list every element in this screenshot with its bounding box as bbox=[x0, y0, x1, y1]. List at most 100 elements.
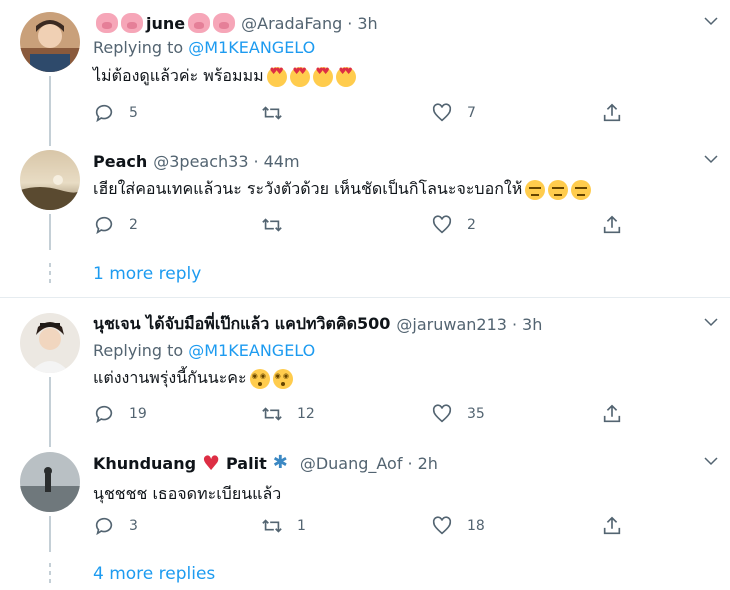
action-bar: 2 2 bbox=[93, 213, 633, 237]
tweet-june[interactable]: june @AradaFang · 3h Replying to @M1KEAN… bbox=[0, 12, 730, 146]
action-bar: 19 12 35 bbox=[93, 402, 633, 426]
pig-emoji-icon bbox=[121, 13, 143, 33]
display-name[interactable]: นุชเจน ได้จับมือพี่เป๊กแล้ว แคปทวิตคิด50… bbox=[93, 312, 390, 337]
mention-link[interactable]: @M1KEANGELO bbox=[188, 341, 315, 360]
reply-button[interactable]: 2 bbox=[93, 213, 138, 237]
thread-line bbox=[49, 377, 51, 447]
retweet-button[interactable] bbox=[261, 213, 297, 237]
expressionless-emoji-icon bbox=[571, 179, 592, 200]
chevron-down-icon[interactable] bbox=[702, 452, 722, 470]
replying-to: Replying to @M1KEANGELO bbox=[93, 38, 316, 57]
timestamp[interactable]: 44m bbox=[264, 152, 300, 171]
reply-icon bbox=[95, 405, 113, 424]
reply-count: 5 bbox=[129, 105, 138, 121]
pig-emoji-icon bbox=[96, 13, 118, 33]
red-heart-emoji-icon: ♥ bbox=[202, 451, 220, 475]
tweet-nuchjen[interactable]: นุชเจน ได้จับมือพี่เป๊กแล้ว แคปทวิตคิด50… bbox=[0, 313, 730, 447]
separator-dot: · bbox=[511, 314, 518, 334]
handle[interactable]: @Duang_Aof bbox=[300, 454, 403, 473]
timestamp[interactable]: 2h bbox=[418, 454, 438, 473]
reply-icon bbox=[95, 104, 113, 123]
chevron-down-icon[interactable] bbox=[702, 313, 722, 331]
like-count: 35 bbox=[467, 406, 485, 422]
timestamp[interactable]: 3h bbox=[522, 315, 542, 334]
heart-eyes-emoji-icon bbox=[312, 66, 333, 87]
share-icon bbox=[603, 103, 621, 122]
share-button[interactable] bbox=[601, 101, 623, 125]
tweet-header: june @AradaFang · 3h bbox=[93, 12, 378, 34]
heart-icon bbox=[432, 215, 452, 234]
chevron-down-icon[interactable] bbox=[702, 12, 722, 30]
retweet-button[interactable]: 12 bbox=[261, 402, 315, 426]
timestamp[interactable]: 3h bbox=[357, 14, 377, 33]
reply-button[interactable]: 19 bbox=[93, 402, 147, 426]
show-more-replies-link[interactable]: 1 more reply bbox=[93, 264, 201, 284]
like-count: 18 bbox=[467, 518, 485, 534]
thread-line bbox=[49, 516, 51, 552]
avatar[interactable] bbox=[20, 150, 80, 210]
thread-line bbox=[49, 76, 51, 146]
tweet-text: แต่งงานพรุ่งนี้กันนะคะ bbox=[93, 366, 293, 391]
reply-count: 3 bbox=[129, 518, 138, 534]
replying-to: Replying to @M1KEANGELO bbox=[93, 341, 316, 360]
display-name[interactable]: Peach bbox=[93, 152, 147, 171]
chevron-down-icon[interactable] bbox=[702, 150, 722, 168]
display-name[interactable]: Khunduang ♥ Palit ✱ bbox=[93, 451, 294, 475]
thread-line bbox=[49, 214, 51, 250]
display-name[interactable]: june bbox=[93, 13, 236, 33]
tweet-peach[interactable]: Peach @3peach33 · 44m เฮียใส่คอนเทคแล้วน… bbox=[0, 150, 730, 250]
heart-eyes-emoji-icon bbox=[335, 66, 356, 87]
separator-dot: · bbox=[253, 151, 259, 171]
share-icon bbox=[603, 404, 621, 423]
reply-button[interactable]: 5 bbox=[93, 101, 138, 125]
divider bbox=[0, 297, 730, 298]
like-button[interactable]: 2 bbox=[431, 213, 476, 237]
retweet-icon bbox=[262, 106, 282, 120]
avatar[interactable] bbox=[20, 12, 80, 72]
retweet-icon bbox=[262, 407, 282, 421]
pig-emoji-icon bbox=[213, 13, 236, 33]
show-more-replies-link[interactable]: 4 more replies bbox=[93, 564, 215, 584]
pig-emoji-icon bbox=[188, 13, 211, 33]
retweet-count: 1 bbox=[297, 518, 306, 534]
retweet-button[interactable] bbox=[261, 101, 297, 125]
butterfly-emoji-icon: ✱ bbox=[272, 452, 288, 473]
reply-icon bbox=[95, 517, 113, 536]
heart-eyes-emoji-icon bbox=[266, 66, 287, 87]
share-button[interactable] bbox=[601, 213, 623, 237]
like-button[interactable]: 18 bbox=[431, 514, 485, 538]
mention-link[interactable]: @M1KEANGELO bbox=[188, 38, 315, 57]
avatar[interactable] bbox=[20, 313, 80, 373]
handle[interactable]: @3peach33 bbox=[153, 152, 248, 171]
tweet-header: Peach @3peach33 · 44m bbox=[93, 150, 300, 172]
action-bar: 5 7 bbox=[93, 101, 633, 125]
tweet-header: Khunduang ♥ Palit ✱ @Duang_Aof · 2h bbox=[93, 452, 438, 474]
flushed-emoji-icon bbox=[249, 368, 270, 389]
expressionless-emoji-icon bbox=[525, 179, 546, 200]
tweet-text: นุชชชช เธอจดทะเบียนแล้ว bbox=[93, 484, 282, 503]
reply-button[interactable]: 3 bbox=[93, 514, 138, 538]
retweet-count: 12 bbox=[297, 406, 315, 422]
expressionless-emoji-icon bbox=[548, 179, 569, 200]
more-replies-dots bbox=[48, 563, 52, 587]
reply-count: 2 bbox=[129, 217, 138, 233]
like-button[interactable]: 7 bbox=[431, 101, 476, 125]
retweet-button[interactable]: 1 bbox=[261, 514, 306, 538]
tweet-khunduang[interactable]: Khunduang ♥ Palit ✱ @Duang_Aof · 2h นุชช… bbox=[0, 452, 730, 552]
heart-icon bbox=[432, 103, 452, 122]
heart-eyes-emoji-icon bbox=[289, 66, 310, 87]
separator-dot: · bbox=[407, 453, 413, 473]
tweet-header: นุชเจน ได้จับมือพี่เป๊กแล้ว แคปทวิตคิด50… bbox=[93, 313, 542, 335]
separator-dot: · bbox=[347, 13, 353, 33]
handle[interactable]: @AradaFang bbox=[241, 14, 342, 33]
more-replies-dots bbox=[48, 263, 52, 287]
like-button[interactable]: 35 bbox=[431, 402, 485, 426]
reply-count: 19 bbox=[129, 406, 147, 422]
handle[interactable]: @jaruwan213 bbox=[396, 315, 507, 334]
share-button[interactable] bbox=[601, 514, 623, 538]
like-count: 2 bbox=[467, 217, 476, 233]
tweet-text: เฮียใส่คอนเทคแล้วนะ ระวังตัวด้วย เห็นชัด… bbox=[93, 177, 592, 202]
share-button[interactable] bbox=[601, 402, 623, 426]
tweet-text: ไม่ต้องดูแล้วค่ะ พร้อมมม bbox=[93, 64, 356, 89]
avatar[interactable] bbox=[20, 452, 80, 512]
